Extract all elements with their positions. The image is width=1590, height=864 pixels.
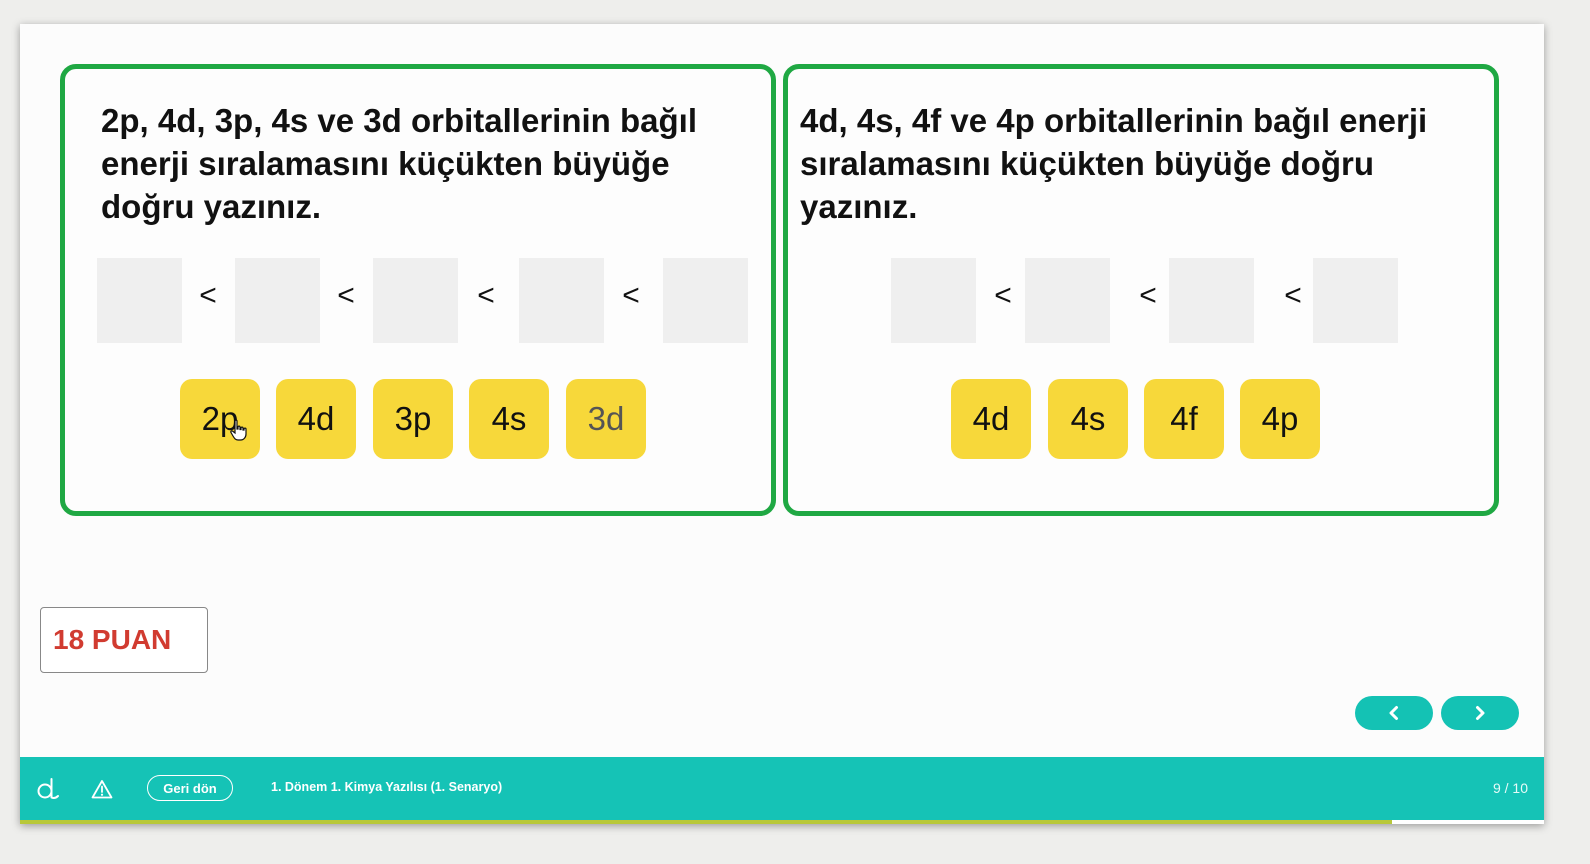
answer-slot-2[interactable]: [1025, 258, 1110, 343]
orbital-chip-2p[interactable]: 2p: [180, 379, 260, 459]
chip-label: 4d: [972, 400, 1010, 437]
chip-label: 4s: [1070, 400, 1106, 437]
progress-bar: [20, 820, 1544, 824]
orbital-chip-4d[interactable]: 4d: [951, 379, 1031, 459]
orbital-chip-4f[interactable]: 4f: [1144, 379, 1224, 459]
orbital-chip-4p[interactable]: 4p: [1240, 379, 1320, 459]
chip-label: 3d: [587, 400, 625, 437]
less-than-sign: <: [477, 279, 495, 312]
answer-slot-1[interactable]: [891, 258, 976, 343]
answer-slot-2[interactable]: [235, 258, 320, 343]
chip-label: 4p: [1261, 400, 1299, 437]
answer-slot-1[interactable]: [97, 258, 182, 343]
score-badge: 18 PUAN: [40, 607, 208, 673]
orbital-chip-3p[interactable]: 3p: [373, 379, 453, 459]
chip-label: 4f: [1170, 400, 1198, 437]
next-button[interactable]: [1441, 696, 1519, 730]
prev-button[interactable]: [1355, 696, 1433, 730]
warning-icon[interactable]: [91, 779, 113, 799]
question-text: 4d, 4s, 4f ve 4p orbitallerinin bağıl en…: [800, 102, 1428, 225]
orbital-chip-3d[interactable]: 3d: [566, 379, 646, 459]
course-title: 1. Dönem 1. Kimya Yazılısı (1. Senaryo): [271, 780, 503, 794]
less-than-sign: <: [1284, 279, 1302, 312]
answer-slot-3[interactable]: [1169, 258, 1254, 343]
orbital-chip-4s[interactable]: 4s: [469, 379, 549, 459]
answer-slot-5[interactable]: [663, 258, 748, 343]
hand-cursor-icon: [230, 419, 247, 441]
logo-icon[interactable]: [36, 777, 60, 801]
orbital-chip-4s[interactable]: 4s: [1048, 379, 1128, 459]
answer-slot-3[interactable]: [373, 258, 458, 343]
chevron-left-icon: [1389, 706, 1398, 720]
answer-slot-4[interactable]: [519, 258, 604, 343]
answer-slot-4[interactable]: [1313, 258, 1398, 343]
question-card-1: 2p, 4d, 3p, 4s ve 3d orbitallerinin bağı…: [60, 64, 776, 516]
less-than-sign: <: [622, 279, 640, 312]
less-than-sign: <: [1139, 279, 1157, 312]
less-than-sign: <: [994, 279, 1012, 312]
chip-label: 4s: [491, 400, 527, 437]
chip-label: 4d: [297, 400, 335, 437]
slide: 2p, 4d, 3p, 4s ve 3d orbitallerinin bağı…: [20, 24, 1544, 824]
score-text: 18 PUAN: [53, 624, 172, 655]
orbital-chip-4d[interactable]: 4d: [276, 379, 356, 459]
question-card-2: 4d, 4s, 4f ve 4p orbitallerinin bağıl en…: [783, 64, 1499, 516]
chevron-right-icon: [1476, 706, 1485, 720]
back-button[interactable]: Geri dön: [147, 775, 233, 801]
bottom-bar: Geri dön 1. Dönem 1. Kimya Yazılısı (1. …: [20, 757, 1544, 820]
less-than-sign: <: [337, 279, 355, 312]
question-text: 2p, 4d, 3p, 4s ve 3d orbitallerinin bağı…: [101, 102, 697, 225]
progress-fill: [20, 820, 1392, 824]
page-indicator: 9 / 10: [1492, 780, 1528, 796]
chip-label: 3p: [394, 400, 432, 437]
less-than-sign: <: [199, 279, 217, 312]
